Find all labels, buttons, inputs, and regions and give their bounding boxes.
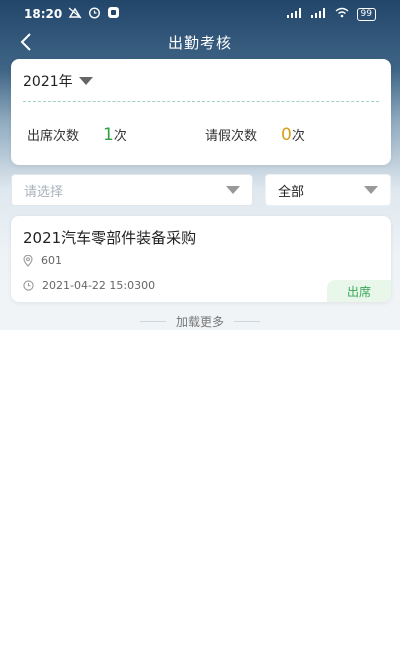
attendance-unit: 次 bbox=[113, 129, 127, 144]
chevron-down-icon bbox=[226, 186, 240, 194]
divider bbox=[23, 101, 379, 102]
signal-icon-2 bbox=[310, 7, 327, 21]
record-location: 601 bbox=[41, 254, 62, 267]
divider-left bbox=[139, 320, 166, 322]
record-title: 2021汽车零部件装备采购 bbox=[23, 229, 197, 247]
record-card[interactable]: 2021汽车零部件装备采购 601 2021-04-22 15:0300 出席 bbox=[11, 216, 391, 302]
status-filter-value: 全部 bbox=[278, 184, 305, 200]
meeting-select[interactable]: 请选择 bbox=[11, 174, 253, 206]
load-more[interactable]: 加载更多 bbox=[0, 312, 400, 330]
nav-bar: 出勤考核 bbox=[0, 28, 400, 56]
record-location-row: 601 bbox=[23, 254, 62, 267]
leave-count: 0 bbox=[281, 125, 292, 145]
record-time-row: 2021-04-22 15:0300 bbox=[23, 279, 155, 292]
leave-label: 请假次数 bbox=[205, 129, 258, 144]
back-arrow-icon bbox=[20, 33, 31, 51]
dropdown-triangle-icon bbox=[78, 77, 93, 85]
status-bar: 18:20 99 bbox=[0, 0, 400, 28]
attendance-stat: 出席次数 1 次 bbox=[27, 125, 127, 145]
location-pin-icon bbox=[23, 254, 33, 267]
wifi-icon bbox=[335, 7, 349, 21]
clock-icon bbox=[23, 280, 34, 291]
status-time: 18:20 bbox=[24, 7, 63, 21]
status-badge: 出席 bbox=[327, 280, 391, 302]
page-title: 出勤考核 bbox=[167, 33, 232, 52]
leave-stat: 请假次数 0 次 bbox=[205, 125, 305, 145]
record-datetime: 2021-04-22 15:0300 bbox=[42, 279, 156, 292]
divider-right bbox=[234, 320, 260, 322]
back-button[interactable] bbox=[14, 30, 38, 54]
meeting-select-placeholder: 请选择 bbox=[24, 184, 64, 200]
leave-unit: 次 bbox=[291, 129, 305, 144]
alarm-icon bbox=[88, 6, 101, 22]
signal-icon bbox=[286, 7, 303, 21]
notification-icon bbox=[68, 7, 82, 22]
load-more-label: 加载更多 bbox=[175, 314, 224, 329]
attendance-count: 1 bbox=[103, 125, 114, 145]
battery-icon: 99 bbox=[356, 7, 376, 21]
app-icon bbox=[107, 6, 120, 22]
summary-card: 2021年 出席次数 1 次 请假次数 0 次 bbox=[11, 59, 391, 165]
chevron-down-icon bbox=[364, 186, 378, 194]
status-filter-select[interactable]: 全部 bbox=[265, 174, 391, 206]
attendance-label: 出席次数 bbox=[27, 129, 80, 144]
year-select[interactable]: 2021年 bbox=[23, 71, 93, 91]
year-value: 2021年 bbox=[23, 74, 73, 90]
